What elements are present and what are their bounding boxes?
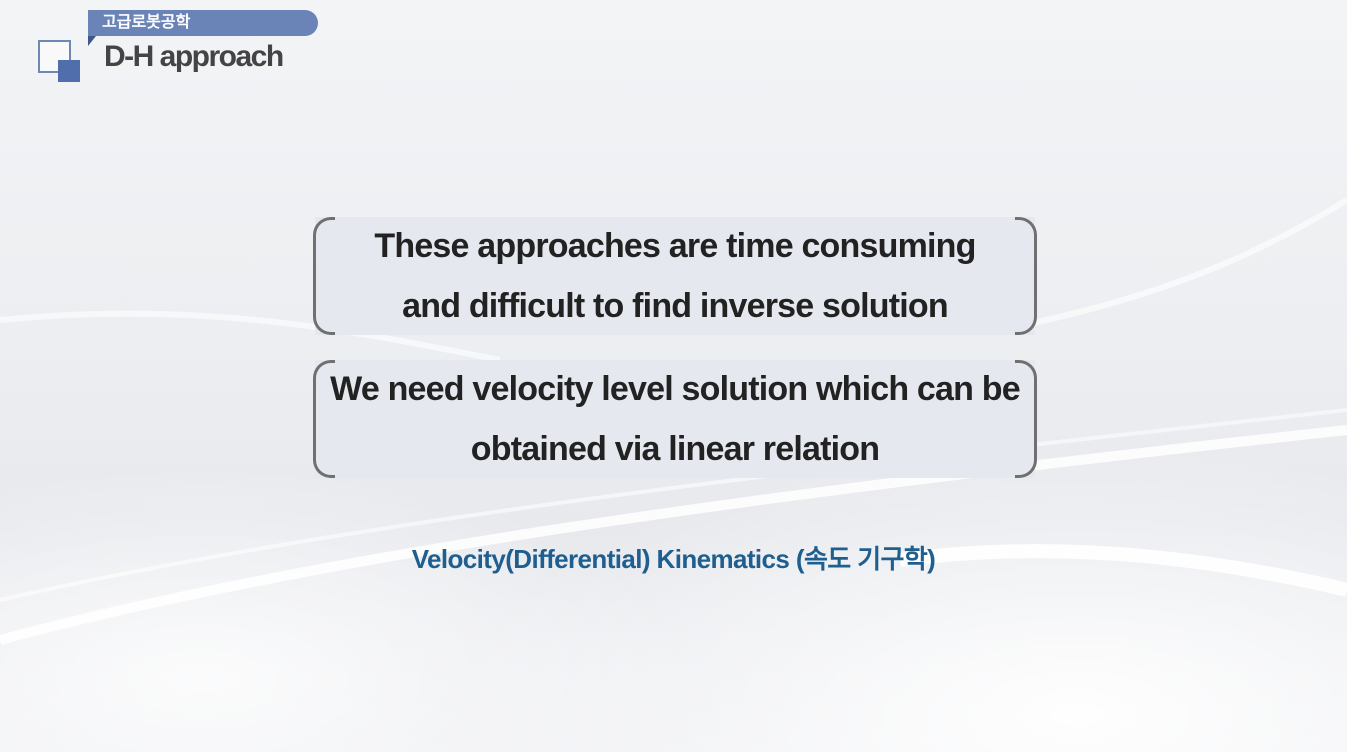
page-title: D-H approach <box>104 40 284 73</box>
logo-squares-icon <box>38 40 80 82</box>
statement-1-line-2: and difficult to find inverse solution <box>402 287 949 325</box>
statement-1-line-1: These approaches are time consuming <box>374 227 976 265</box>
statement-2-line-2: obtained via linear relation <box>470 430 880 468</box>
conclusion-text: Velocity(Differential) Kinematics (속도 기구… <box>411 544 936 574</box>
statement-box-2: We need velocity level solution which ca… <box>313 360 1037 478</box>
statement-box-1: These approaches are time consuming and … <box>313 217 1037 335</box>
course-label: 고급로봇공학 <box>88 10 318 46</box>
statement-2-line-1: We need velocity level solution which ca… <box>330 370 1021 408</box>
